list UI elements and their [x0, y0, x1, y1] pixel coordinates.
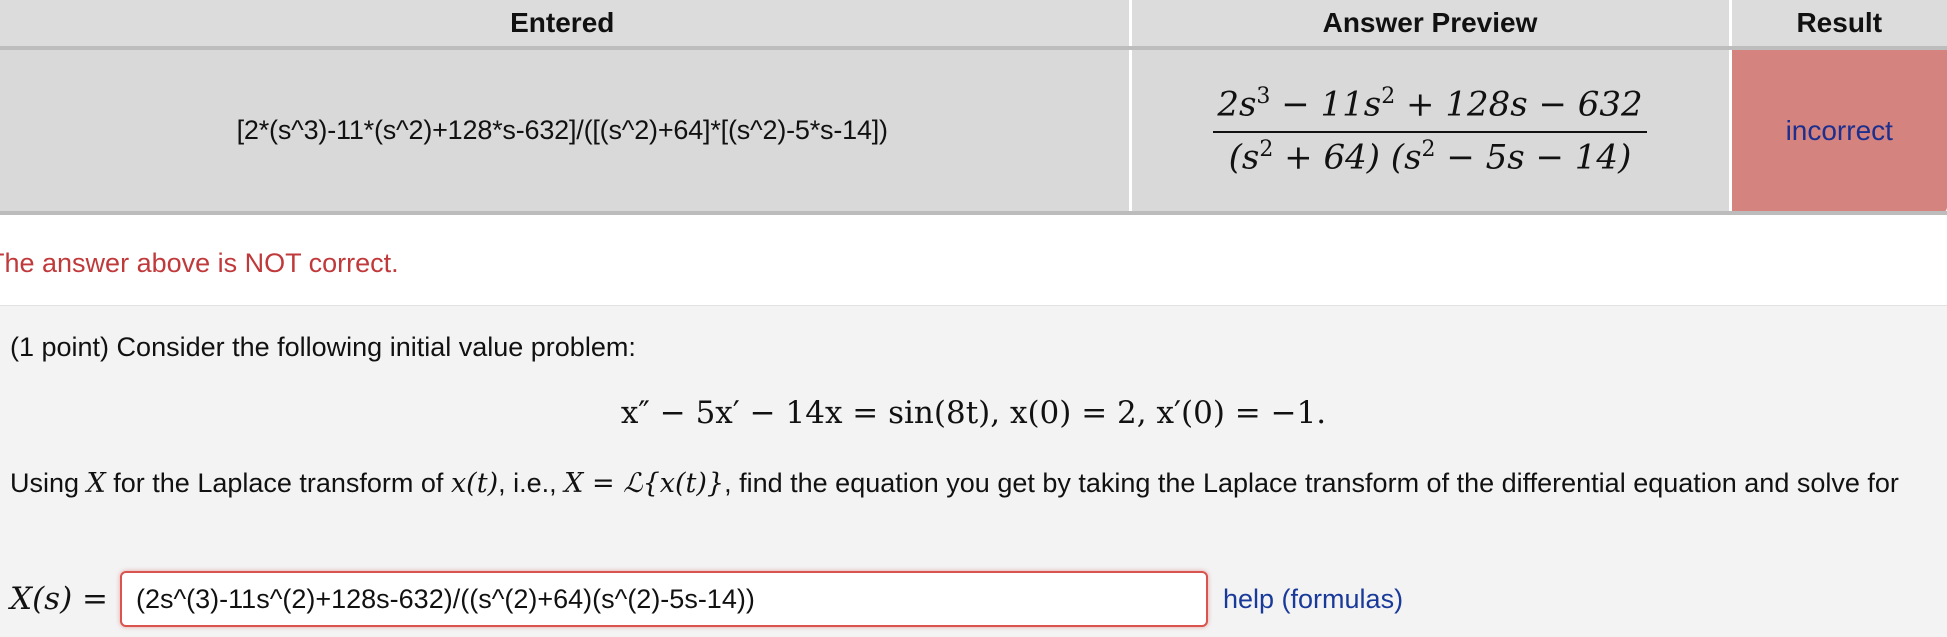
answer-preview-cell: 2s3 − 11s2 + 128s − 632 (s2 + 64) (s2 − …: [1130, 48, 1732, 215]
help-formulas-link[interactable]: help (formulas): [1223, 584, 1403, 615]
result-header: Result: [1730, 0, 1947, 50]
answer-preview-fraction: 2s3 − 11s2 + 128s − 632 (s2 + 64) (s2 − …: [1213, 84, 1647, 177]
answer-preview-header: Answer Preview: [1130, 0, 1732, 50]
result-status: incorrect: [1785, 114, 1893, 146]
answer-input[interactable]: [120, 571, 1208, 627]
answer-label: X(s) =: [10, 581, 108, 617]
problem-intro: (1 point) Consider the following initial…: [10, 332, 636, 362]
feedback-message: The answer above is NOT correct.: [0, 248, 399, 278]
problem-instructions: Using X for the Laplace transform of x(t…: [10, 468, 1899, 499]
results-row: [2*(s^3)-11*(s^2)+128*s-632]/([(s^2)+64]…: [0, 48, 1947, 215]
results-table: Entered Answer Preview Result [2*(s^3)-1…: [0, 0, 1947, 215]
problem-panel: (1 point) Consider the following initial…: [0, 305, 1947, 637]
ivp-equation: x″ − 5x′ − 14x = sin(8t), x(0) = 2, x′(0…: [620, 395, 1327, 431]
results-header-row: Entered Answer Preview Result: [0, 0, 1947, 50]
preview-numerator: 2s3 − 11s2 + 128s − 632: [1217, 84, 1643, 125]
preview-denominator: (s2 + 64) (s2 − 5s − 14): [1228, 136, 1632, 177]
entered-answer-text: [2*(s^3)-11*(s^2)+128*s-632]/([(s^2)+64]…: [236, 115, 888, 145]
result-cell: incorrect: [1730, 48, 1947, 215]
webwork-problem-page: Entered Answer Preview Result [2*(s^3)-1…: [0, 0, 1947, 637]
answer-row: X(s) = help (formulas): [10, 571, 1940, 631]
entered-header: Entered: [0, 0, 1132, 50]
entered-cell: [2*(s^3)-11*(s^2)+128*s-632]/([(s^2)+64]…: [0, 48, 1132, 215]
